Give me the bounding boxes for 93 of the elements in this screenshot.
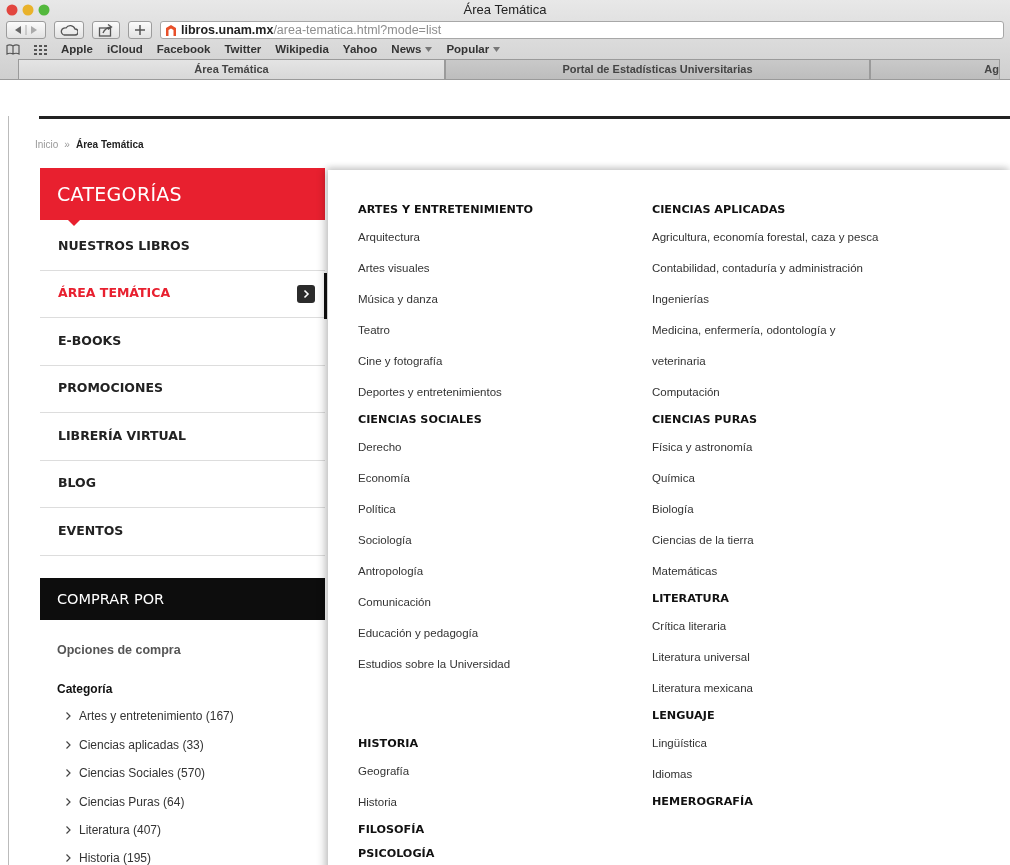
favicon-icon (165, 23, 177, 37)
sidebar-item[interactable]: E-BOOKS (40, 318, 325, 366)
share-icon (98, 23, 114, 37)
subcategory-link[interactable]: Lingüística (652, 728, 886, 759)
subcategory-link[interactable]: Educación y pedagogía (358, 618, 592, 649)
cloud-button[interactable] (54, 21, 84, 39)
bookmark-link[interactable]: Yahoo (342, 40, 378, 59)
breadcrumb-current: Área Temática (75, 137, 144, 152)
bookmark-link[interactable]: Twitter (224, 40, 262, 59)
subcategory-link[interactable]: Artes visuales (358, 253, 592, 284)
category-heading[interactable]: ARTES Y ENTRETENIMIENTO (358, 203, 534, 216)
subcategory-link[interactable]: Economía (358, 463, 592, 494)
filter-link[interactable]: Ciencias Sociales (570) (79, 765, 206, 782)
sidebar-item[interactable]: ÁREA TEMÁTICA (40, 270, 325, 318)
shop-by-header: COMPRAR POR (40, 577, 325, 620)
book-icon[interactable] (6, 44, 20, 55)
purchase-options-label: Opciones de compra (57, 641, 182, 659)
subcategory-link[interactable]: Historia (358, 787, 592, 818)
chevron-right-icon (66, 854, 71, 863)
filter-link[interactable]: Historia (195) (79, 850, 152, 865)
chevron-right-icon (66, 769, 71, 778)
subcategory-link[interactable]: Crítica literaria (652, 611, 886, 642)
bookmark-link[interactable]: News (391, 40, 433, 59)
subcategory-link[interactable]: Química (652, 463, 886, 494)
address-field[interactable]: libros.unam.mx/area-tematica.html?mode=list (160, 21, 1004, 39)
back-forward-button[interactable] (6, 21, 46, 39)
subcategory-link[interactable]: Deportes y entretenimientos (358, 377, 592, 408)
subcategory-link[interactable]: Estudios sobre la Universidad (358, 649, 592, 680)
grid-icon[interactable] (34, 44, 47, 55)
caret-down-icon (425, 47, 433, 52)
filter-link[interactable]: Literatura (407) (79, 822, 162, 838)
browser-tab[interactable]: Portal de Estadísticas Universitarias (445, 59, 870, 79)
category-filter-title: Categoría (57, 681, 114, 699)
bookmark-link[interactable]: Popular (446, 40, 501, 59)
subcategory-link[interactable]: Antropología (358, 556, 592, 587)
category-heading[interactable]: FILOSOFÍA (358, 823, 425, 836)
pointer-icon (68, 220, 80, 226)
category-heading[interactable]: LITERATURA (652, 592, 729, 605)
sidebar-item[interactable]: EVENTOS (40, 508, 325, 556)
subcategory-link[interactable]: Idiomas (652, 759, 886, 790)
bookmark-link[interactable]: Facebook (156, 40, 211, 59)
subcategory-link[interactable]: Literatura universal (652, 642, 886, 673)
subcategory-link[interactable]: Política (358, 494, 592, 525)
subcategory-link[interactable]: Derecho (358, 432, 592, 463)
subcategory-link[interactable]: Contabilidad, contaduría y administración (652, 253, 886, 284)
category-heading[interactable]: LENGUAJE (652, 709, 715, 722)
subcategory-link[interactable]: Computación (652, 377, 886, 408)
sidebar-item[interactable]: PROMOCIONES (40, 365, 325, 413)
sidebar-item[interactable]: LIBRERÍA VIRTUAL (40, 413, 325, 461)
filter-link[interactable]: Ciencias Puras (64) (79, 793, 185, 810)
subcategory-link[interactable]: Música y danza (358, 284, 592, 315)
category-heading[interactable]: HISTORIA (358, 737, 419, 750)
filter-link[interactable]: Ciencias aplicadas (33) (79, 736, 204, 753)
subcategory-link[interactable]: Física y astronomía (652, 432, 886, 463)
bookmark-link[interactable]: Apple (61, 40, 93, 59)
bookmark-link[interactable]: Wikipedia (275, 40, 329, 59)
sidebar-item[interactable]: BLOG (40, 460, 325, 508)
category-heading[interactable]: CIENCIAS PURAS (652, 413, 757, 426)
chevron-right-icon (66, 712, 71, 721)
subcategory-link[interactable]: Comunicación (358, 587, 592, 618)
subcategory-link[interactable]: Biología (652, 494, 886, 525)
cloud-icon (60, 24, 78, 36)
new-tab-button[interactable] (128, 21, 152, 39)
category-heading[interactable]: CIENCIAS APLICADAS (652, 203, 786, 216)
chevron-right-icon (66, 740, 71, 749)
category-heading[interactable]: HEMEROGRAFÍA (652, 795, 753, 808)
subcategory-link[interactable]: Cine y fotografía (358, 346, 592, 377)
chevron-right-icon (66, 826, 71, 834)
filter-link[interactable]: Artes y entretenimiento (167) (79, 708, 234, 725)
subcategory-link[interactable]: Arquitectura (358, 222, 592, 253)
sidebar-item[interactable]: NUESTROS LIBROS (40, 223, 325, 271)
subcategory-link[interactable]: Sociología (358, 525, 592, 556)
caret-down-icon (493, 47, 501, 52)
subcategory-link[interactable]: Literatura mexicana (652, 673, 886, 704)
subcategory-link[interactable]: Matemáticas (652, 556, 886, 587)
subcategory-link[interactable]: Ingenierías (652, 284, 886, 315)
browser-tab[interactable]: Ag (870, 59, 1000, 79)
share-button[interactable] (92, 21, 120, 39)
browser-tab[interactable]: Área Temática (18, 59, 445, 79)
subcategory-link[interactable]: Teatro (358, 315, 592, 346)
category-heading[interactable]: PSICOLOGÍA (358, 847, 435, 860)
chevron-right-icon[interactable] (297, 284, 315, 303)
window-controls-icon[interactable] (6, 4, 52, 16)
window-title: Área Temática (463, 2, 547, 17)
breadcrumb-separator: » (64, 138, 70, 152)
subcategory-link[interactable]: Medicina, enfermería, odontología y veterinaria (652, 315, 886, 377)
category-heading[interactable]: CIENCIAS SOCIALES (358, 413, 482, 426)
subcategory-link[interactable]: Agricultura, economía forestal, caza y pesca (652, 222, 886, 253)
subcategory-link[interactable]: Ciencias de la tierra (652, 525, 886, 556)
plus-icon (134, 24, 146, 36)
subcategory-link[interactable]: Geografía (358, 756, 592, 787)
bookmark-link[interactable]: iCloud (106, 40, 143, 59)
chevron-right-icon (66, 797, 71, 806)
